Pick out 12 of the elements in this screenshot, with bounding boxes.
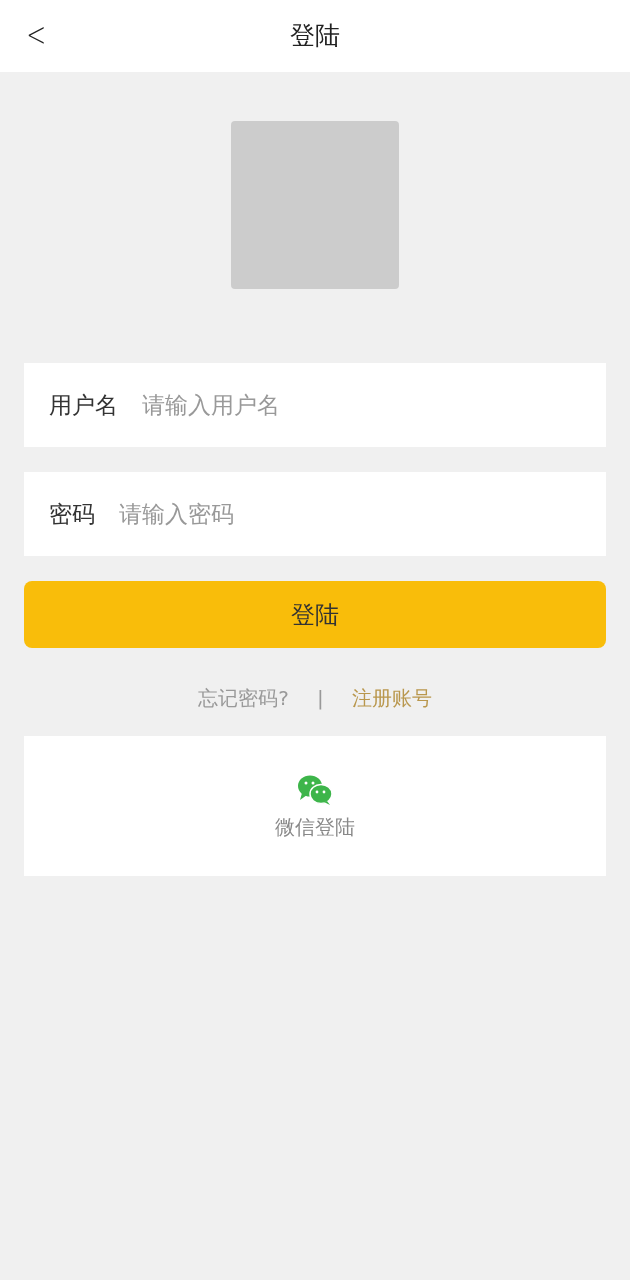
chat-bubbles-icon[interactable] [297, 774, 333, 806]
input-field[interactable]: 请输入用户名 [118, 363, 606, 447]
field-label: 用户名 [24, 363, 118, 447]
separator: | [316, 685, 324, 712]
register-link[interactable]: 注册账号 [351, 683, 432, 713]
wechat-login-label[interactable]: 微信登陆 [275, 812, 355, 842]
page-title: 登陆 [290, 20, 340, 53]
input-field[interactable]: 请输入密码 [95, 472, 606, 556]
forgot-password-link[interactable]: 忘记密码? [198, 683, 289, 713]
login-button[interactable]: 登陆 [24, 581, 606, 648]
field-label: 密码 [24, 472, 95, 556]
back-button[interactable]: < [26, 14, 47, 54]
